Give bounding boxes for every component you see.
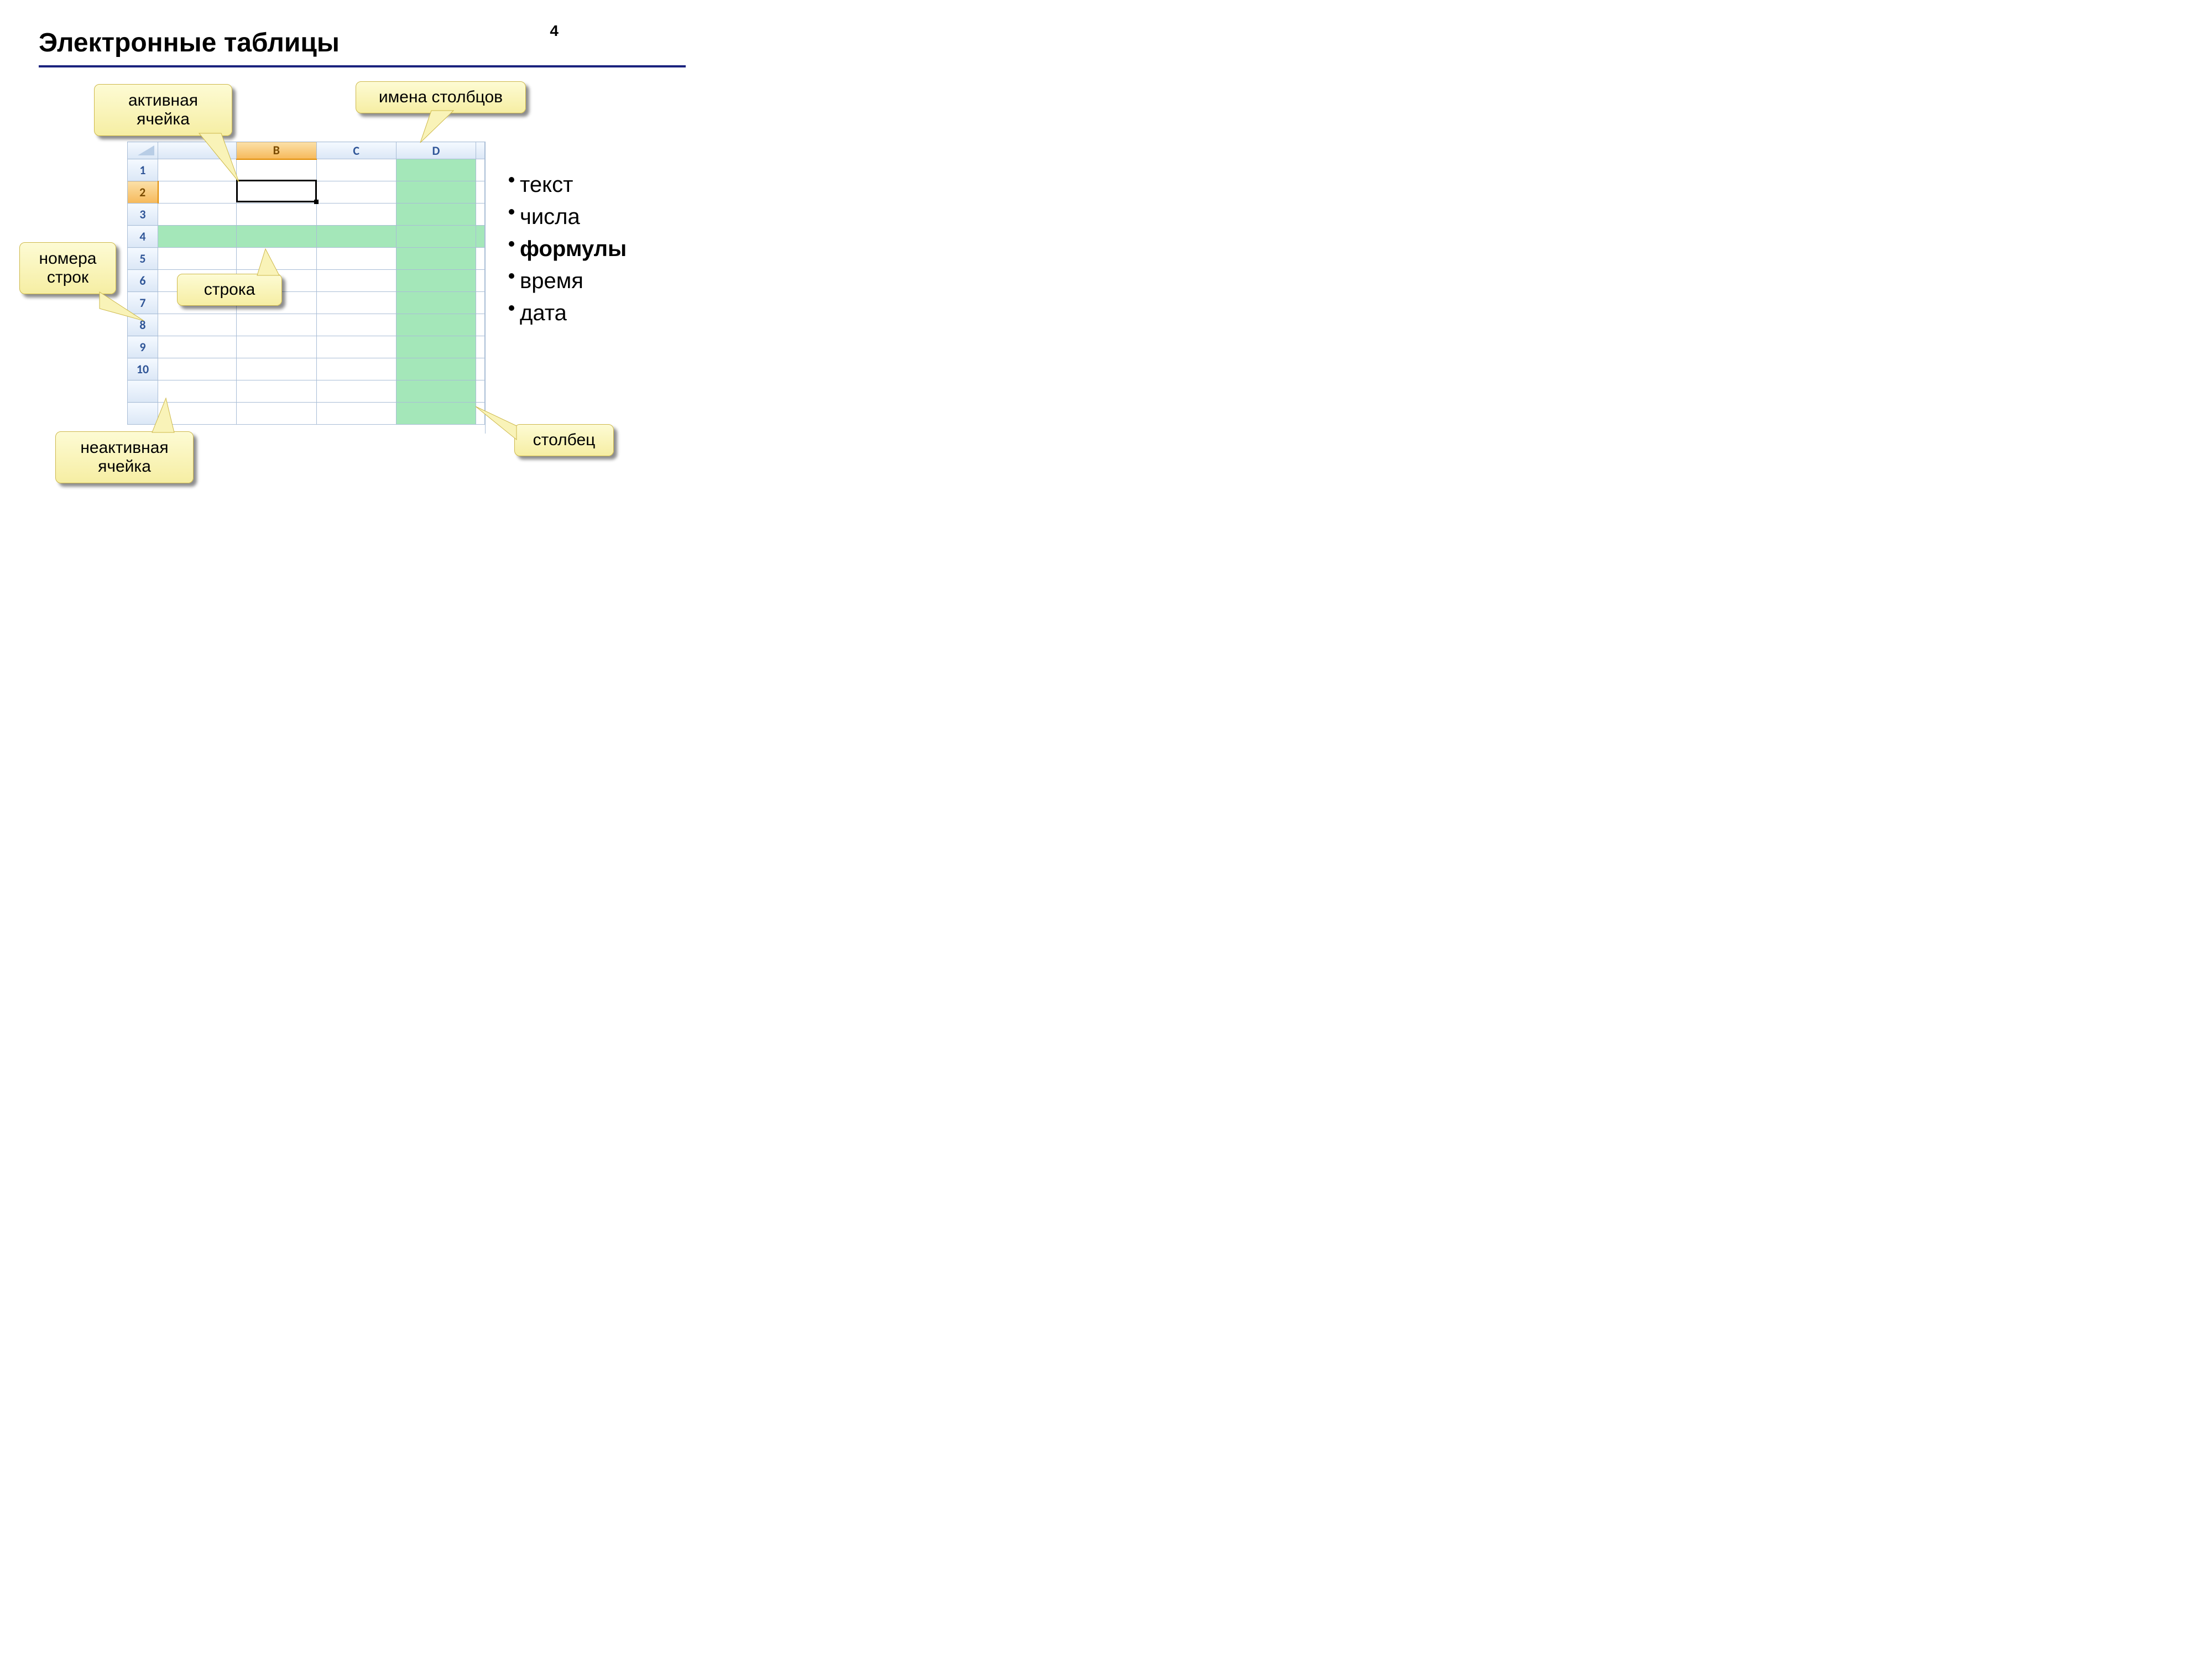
row-header-9[interactable]: 9 <box>128 336 158 358</box>
cell-B10[interactable] <box>237 358 316 380</box>
list-item: формулы <box>509 233 627 265</box>
cell-A4[interactable] <box>158 226 237 248</box>
cell-D6[interactable] <box>396 270 476 292</box>
row-header-4[interactable]: 4 <box>128 226 158 248</box>
cell-D2[interactable] <box>396 181 476 204</box>
cell-A3[interactable] <box>158 204 237 226</box>
cell-C12[interactable] <box>316 403 396 425</box>
cell-D4[interactable] <box>396 226 476 248</box>
cell-B4[interactable] <box>237 226 316 248</box>
list-item-label: время <box>520 265 583 297</box>
cell-A9[interactable] <box>158 336 237 358</box>
row-header-2[interactable]: 2 <box>128 181 158 204</box>
cell-E10[interactable] <box>476 358 485 380</box>
cell-E5[interactable] <box>476 248 485 270</box>
list-item-label: дата <box>520 297 567 329</box>
cell-C9[interactable] <box>316 336 396 358</box>
callout-inactive-cell: неактивная ячейка <box>55 431 194 483</box>
callout-column-tail <box>476 406 525 445</box>
row-header-1[interactable]: 1 <box>128 159 158 181</box>
cell-D5[interactable] <box>396 248 476 270</box>
cell-E7[interactable] <box>476 292 485 314</box>
cell-A10[interactable] <box>158 358 237 380</box>
callout-column: столбец <box>514 424 614 456</box>
active-cell-handle <box>314 200 319 204</box>
row-header-5[interactable]: 5 <box>128 248 158 270</box>
cell-E2[interactable] <box>476 181 485 204</box>
callout-row-numbers-tail <box>100 292 160 331</box>
callout-row-numbers: номера строк <box>19 242 116 294</box>
cell-C7[interactable] <box>316 292 396 314</box>
cell-C3[interactable] <box>316 204 396 226</box>
cell-D9[interactable] <box>396 336 476 358</box>
cell-D1[interactable] <box>396 159 476 181</box>
cell-C10[interactable] <box>316 358 396 380</box>
cell-C8[interactable] <box>316 314 396 336</box>
cell-B8[interactable] <box>237 314 316 336</box>
callout-row-tail <box>249 249 293 282</box>
cell-B9[interactable] <box>237 336 316 358</box>
cell-B11[interactable] <box>237 380 316 403</box>
cell-A5[interactable] <box>158 248 237 270</box>
cell-B3[interactable] <box>237 204 316 226</box>
list-item: дата <box>509 297 627 329</box>
list-item: текст <box>509 169 627 201</box>
cell-E11[interactable] <box>476 380 485 403</box>
callout-column-names: имена столбцов <box>356 81 526 113</box>
cell-D11[interactable] <box>396 380 476 403</box>
cell-C5[interactable] <box>316 248 396 270</box>
list-item: числа <box>509 201 627 233</box>
page-title: Электронные таблицы <box>39 28 340 58</box>
column-header-E[interactable] <box>476 142 485 159</box>
cell-C11[interactable] <box>316 380 396 403</box>
select-all-corner[interactable] <box>128 142 158 159</box>
list-item-label: числа <box>520 201 580 233</box>
cell-E4[interactable] <box>476 226 485 248</box>
cell-E1[interactable] <box>476 159 485 181</box>
cell-C6[interactable] <box>316 270 396 292</box>
column-header-C[interactable]: C <box>316 142 396 159</box>
row-header-3[interactable]: 3 <box>128 204 158 226</box>
cell-D8[interactable] <box>396 314 476 336</box>
cell-B12[interactable] <box>237 403 316 425</box>
slide: 4 Электронные таблицы BCD12345678910 акт… <box>0 0 719 539</box>
callout-inactive-cell-tail <box>149 398 182 437</box>
list-item-label: текст <box>520 169 573 201</box>
list-item-label: формулы <box>520 233 627 265</box>
cell-E9[interactable] <box>476 336 485 358</box>
page-number: 4 <box>550 22 559 40</box>
cell-C4[interactable] <box>316 226 396 248</box>
cell-C1[interactable] <box>316 159 396 181</box>
callout-active-cell: активная ячейка <box>94 84 232 136</box>
row-header-6[interactable]: 6 <box>128 270 158 292</box>
list-item: время <box>509 265 627 297</box>
cell-C2[interactable] <box>316 181 396 204</box>
cell-E8[interactable] <box>476 314 485 336</box>
callout-column-names-tail <box>420 111 465 149</box>
cell-E6[interactable] <box>476 270 485 292</box>
row-header-10[interactable]: 10 <box>128 358 158 380</box>
cell-D12[interactable] <box>396 403 476 425</box>
data-type-list: текстчислаформулывремядата <box>509 169 627 329</box>
cell-D3[interactable] <box>396 204 476 226</box>
cell-D10[interactable] <box>396 358 476 380</box>
cell-A8[interactable] <box>158 314 237 336</box>
cell-E3[interactable] <box>476 204 485 226</box>
callout-active-cell-tail <box>199 133 249 189</box>
cell-D7[interactable] <box>396 292 476 314</box>
title-underline <box>39 65 686 67</box>
